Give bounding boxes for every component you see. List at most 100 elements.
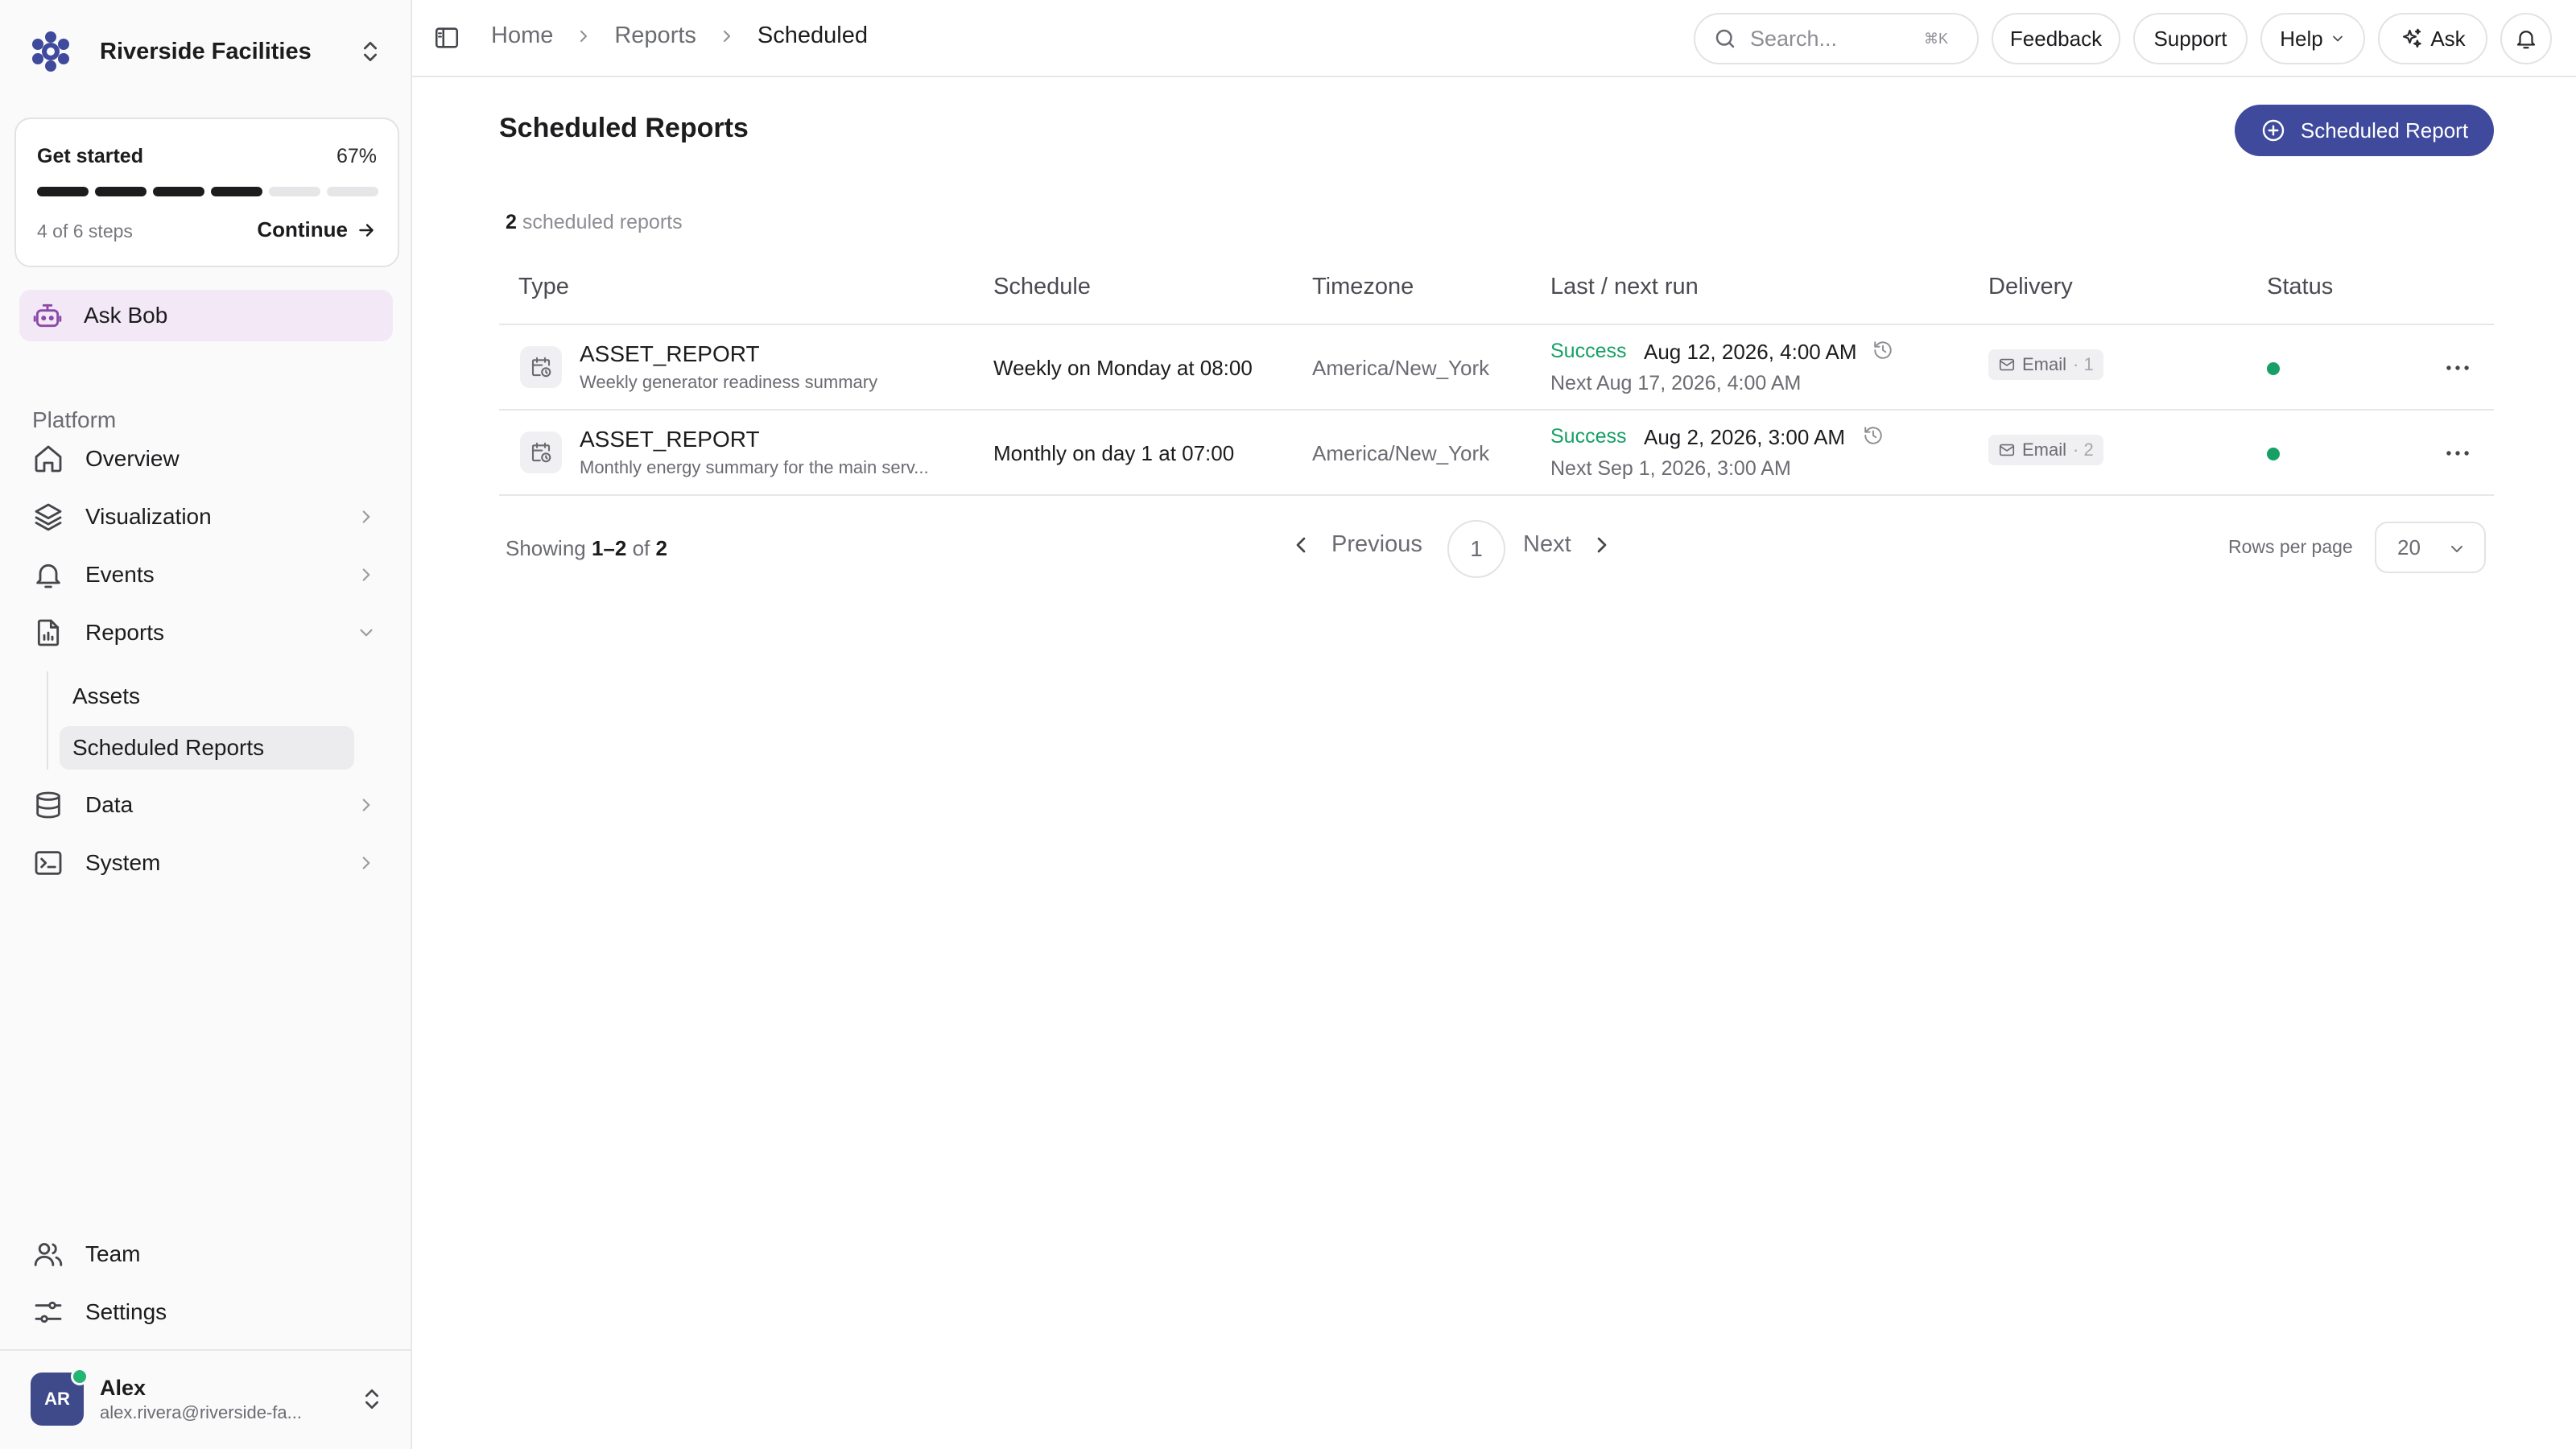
report-count: 2 scheduled reports: [506, 211, 683, 234]
mail-icon: [1998, 441, 2016, 459]
table-header: Type Schedule Timezone Last / next run D…: [499, 258, 2494, 325]
showing-of: of: [632, 536, 650, 560]
help-button[interactable]: Help: [2260, 13, 2365, 64]
database-icon: [32, 789, 64, 821]
progress-segment: [153, 187, 204, 196]
sidebar-item-label: Settings: [85, 1299, 167, 1324]
report-count-suffix: scheduled reports: [522, 211, 683, 233]
org-switcher[interactable]: Riverside Facilities: [29, 27, 383, 76]
sidebar-subitem-assets[interactable]: Assets: [60, 675, 354, 718]
notifications-button[interactable]: [2500, 13, 2552, 64]
continue-button[interactable]: Continue: [257, 217, 377, 242]
sidebar-divider: [0, 1349, 411, 1351]
subnav-guide: [47, 671, 48, 770]
sidebar-item-system[interactable]: System: [19, 839, 393, 887]
delivery-recipient-count: · 1: [2073, 354, 2094, 374]
online-status-dot: [71, 1368, 89, 1385]
search-input[interactable]: [1750, 26, 1919, 52]
progress-segment: [327, 187, 378, 196]
report-description: Weekly generator readiness summary: [580, 372, 878, 392]
next-label: Next: [1523, 531, 1571, 557]
get-started-percent: 67%: [336, 145, 377, 167]
sidebar-item-label: Visualization: [85, 504, 212, 529]
arrow-right-icon: [356, 220, 377, 241]
bot-icon: [32, 300, 63, 331]
previous-page-button[interactable]: Previous: [1288, 531, 1422, 558]
showing-prefix: Showing: [506, 536, 586, 560]
user-email: alex.rivera@riverside-fa...: [100, 1402, 302, 1422]
sidebar-item-label: Team: [85, 1241, 141, 1266]
sidebar-item-settings[interactable]: Settings: [19, 1288, 393, 1336]
breadcrumb-reports[interactable]: Reports: [614, 23, 696, 49]
get-started-steps: 4 of 6 steps: [37, 221, 133, 242]
calendar-clock-icon: [529, 355, 553, 379]
sidebar-item-label: Data: [85, 792, 134, 817]
help-label: Help: [2280, 26, 2323, 51]
sidebar-toggle-icon[interactable]: [433, 24, 460, 52]
column-header-last-next-run: Last / next run: [1550, 274, 1699, 299]
chevrons-up-down-icon: [359, 1386, 385, 1412]
progress-segment: [269, 187, 320, 196]
chevron-right-icon: [356, 564, 377, 585]
support-button[interactable]: Support: [2133, 13, 2248, 64]
last-run-time: Aug 2, 2026, 3:00 AM: [1644, 425, 1846, 449]
sidebar-item-visualization[interactable]: Visualization: [19, 493, 393, 541]
ask-bob-button[interactable]: Ask Bob: [19, 290, 393, 341]
table-row[interactable]: ASSET_REPORT Monthly energy summary for …: [499, 411, 2494, 496]
chevron-right-icon: [717, 27, 737, 46]
report-type-badge: [520, 431, 562, 473]
chevron-right-icon: [574, 27, 593, 46]
sidebar-subitem-scheduled-reports[interactable]: Scheduled Reports: [60, 726, 354, 770]
sidebar-item-team[interactable]: Team: [19, 1230, 393, 1278]
delivery-recipient-count: · 2: [2073, 440, 2094, 460]
ask-label: Ask: [2430, 26, 2466, 51]
sidebar-item-events[interactable]: Events: [19, 551, 393, 599]
next-page-button[interactable]: Next: [1523, 531, 1615, 558]
terminal-icon: [32, 847, 64, 879]
progress-segment: [211, 187, 262, 196]
column-header-schedule: Schedule: [993, 274, 1091, 299]
report-timezone: America/New_York: [1312, 441, 1490, 465]
sidebar-item-data[interactable]: Data: [19, 781, 393, 829]
user-menu[interactable]: AR Alex alex.rivera@riverside-fa...: [31, 1368, 385, 1428]
history-icon[interactable]: [1863, 425, 1884, 446]
new-scheduled-report-label: Scheduled Report: [2300, 118, 2469, 142]
chevrons-up-down-icon: [357, 39, 383, 64]
avatar: AR: [31, 1368, 89, 1426]
new-scheduled-report-button[interactable]: Scheduled Report: [2235, 105, 2494, 156]
history-icon[interactable]: [1872, 340, 1893, 361]
report-schedule: Monthly on day 1 at 07:00: [993, 441, 1235, 465]
delivery-badge: Email · 1: [1988, 349, 2103, 380]
rows-per-page-select[interactable]: 20: [2375, 522, 2486, 573]
more-horizontal-icon[interactable]: [2442, 353, 2473, 383]
delivery-method: Email: [2022, 354, 2067, 374]
sidebar-item-label: System: [85, 850, 161, 875]
more-horizontal-icon[interactable]: [2442, 438, 2473, 469]
avatar-initials: AR: [44, 1389, 70, 1409]
sidebar-item-label: Overview: [85, 446, 180, 471]
last-run-time: Aug 12, 2026, 4:00 AM: [1644, 340, 1857, 364]
top-bar: Home Reports Scheduled ⌘K Feedback Suppo…: [412, 0, 2576, 77]
get-started-progress: [37, 187, 378, 196]
user-name: Alex: [100, 1375, 147, 1400]
plus-circle-icon: [2260, 118, 2286, 143]
sidebar-item-overview[interactable]: Overview: [19, 435, 393, 483]
report-schedule: Weekly on Monday at 08:00: [993, 356, 1253, 380]
feedback-button[interactable]: Feedback: [1992, 13, 2120, 64]
showing-range: 1–2: [591, 536, 627, 560]
scheduled-reports-table: Type Schedule Timezone Last / next run D…: [499, 258, 2494, 496]
last-run-status: Success: [1550, 340, 1627, 362]
report-type: ASSET_REPORT: [580, 341, 760, 366]
layers-icon: [32, 501, 64, 533]
user-info: Alex alex.rivera@riverside-fa...: [100, 1376, 359, 1423]
page-number-button[interactable]: 1: [1447, 520, 1505, 578]
breadcrumb: Home Reports Scheduled: [491, 23, 868, 49]
last-run-status: Success: [1550, 425, 1627, 448]
search-box[interactable]: ⌘K: [1694, 13, 1979, 64]
table-row[interactable]: ASSET_REPORT Weekly generator readiness …: [499, 325, 2494, 411]
sidebar-item-reports[interactable]: Reports: [19, 609, 393, 657]
search-icon: [1713, 27, 1737, 51]
ask-button[interactable]: Ask: [2378, 13, 2487, 64]
breadcrumb-home[interactable]: Home: [491, 23, 553, 49]
report-count-number: 2: [506, 211, 517, 233]
